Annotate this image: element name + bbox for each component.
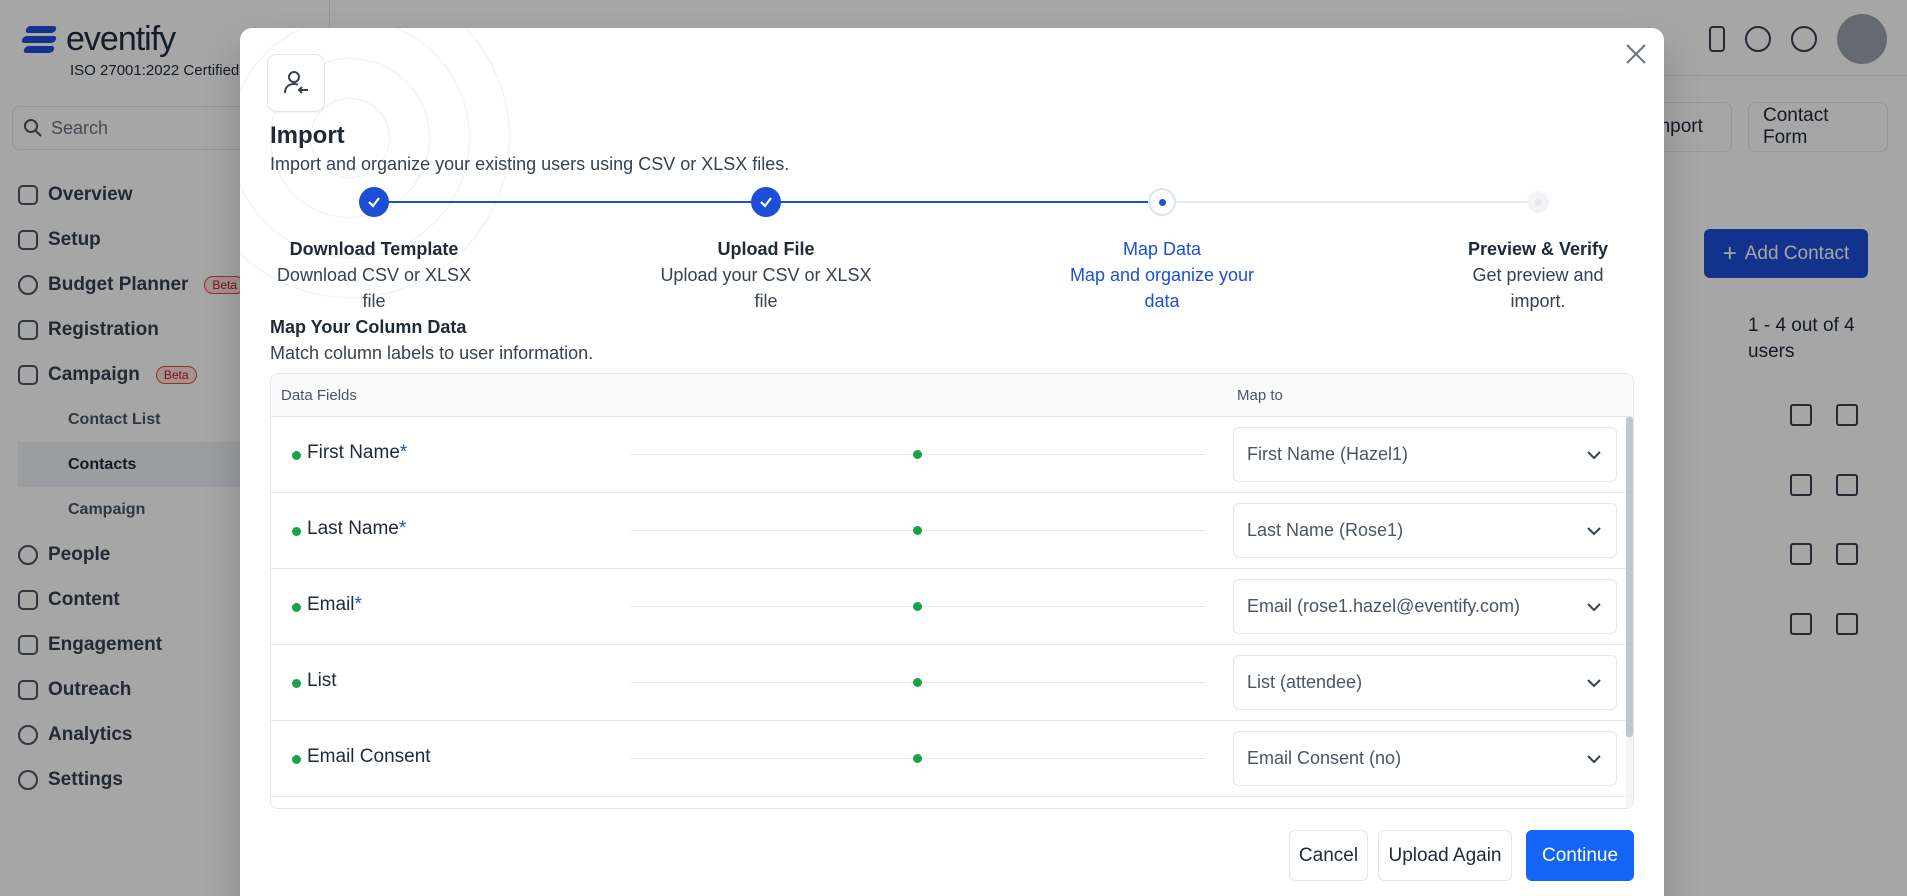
map-select-email-consent[interactable]: Email Consent (no) [1233,731,1617,786]
connector-dot [913,754,922,763]
status-dot [292,679,301,688]
close-icon[interactable] [1620,38,1652,70]
import-modal: Import Import and organize your existing… [240,28,1664,896]
step-complete-icon [359,187,389,217]
map-section-subtitle: Match column labels to user information. [270,343,594,363]
chevron-down-icon [1587,602,1601,611]
step-description: Download CSV or XLSX file [276,265,472,311]
connector-dot [913,526,922,535]
step-title: Upload File [717,239,815,259]
step-preview-verify: Preview & Verify Get preview and import. [1423,236,1653,314]
table-row: Email* Email (rose1.hazel@eventify.com) [271,569,1633,645]
upload-again-button[interactable]: Upload Again [1378,830,1512,881]
status-dot [292,527,301,536]
map-select-email[interactable]: Email (rose1.hazel@eventify.com) [1233,579,1617,634]
step-complete-icon [751,187,781,217]
step-description: Map and organize your data [1069,265,1255,311]
connector-dot [913,450,922,459]
step-description: Upload your CSV or XLSX file [660,265,872,311]
select-value: First Name (Hazel1) [1247,444,1409,464]
status-dot [292,755,301,764]
status-dot [292,603,301,612]
connector-dot [913,602,922,611]
table-row: List List (attendee) [271,645,1633,721]
required-marker: * [354,594,362,615]
field-label: Last Name* [307,518,406,540]
field-name: Last Name [307,518,399,539]
step-connector [374,201,766,203]
table-scrollbar[interactable] [1626,417,1633,808]
chevron-down-icon [1587,754,1601,763]
map-select-list[interactable]: List (attendee) [1233,655,1617,710]
required-marker: * [399,442,408,463]
field-label: Email* [307,594,362,616]
step-description: Get preview and import. [1472,265,1604,311]
field-name: First Name [307,442,400,463]
map-select-last-name[interactable]: Last Name (Rose1) [1233,503,1617,558]
header-data-fields: Data Fields [281,387,357,404]
select-value: List (attendee) [1247,672,1363,692]
field-label: List [307,670,337,692]
map-select-first-name[interactable]: First Name (Hazel1) [1233,427,1617,482]
step-connector [766,201,1162,203]
required-marker: * [398,518,407,539]
connector-dot [913,678,922,687]
chevron-down-icon [1587,678,1601,687]
step-map-data: Map Data Map and organize your data [1047,236,1277,314]
field-label: First Name* [307,442,407,464]
mapping-table: Data Fields Map to First Name* First Nam… [270,373,1634,809]
step-title: Map Data [1122,239,1202,259]
step-connector [1162,201,1538,203]
field-name: Email Consent [307,746,431,767]
table-row: First Name* First Name (Hazel1) [271,417,1633,493]
status-dot [292,451,301,460]
modal-title: Import [270,122,345,149]
chevron-down-icon [1587,450,1601,459]
field-name: Email [307,594,355,615]
cancel-button[interactable]: Cancel [1289,830,1368,881]
table-row: Last Name* Last Name (Rose1) [271,493,1633,569]
field-label: Email Consent [307,746,431,768]
continue-button[interactable]: Continue [1526,830,1634,881]
field-name: List [307,670,337,691]
step-title: Preview & Verify [1467,239,1609,259]
select-value: Last Name (Rose1) [1247,520,1404,540]
step-download-template: Download Template Download CSV or XLSX f… [259,236,489,314]
modal-subtitle: Import and organize your existing users … [270,154,790,174]
map-section-title: Map Your Column Data [270,317,467,337]
user-import-icon [267,54,325,112]
select-value: Email (rose1.hazel@eventify.com) [1247,596,1521,616]
scrollbar-thumb[interactable] [1626,417,1633,737]
step-upload-file: Upload File Upload your CSV or XLSX file [651,236,881,314]
select-value: Email Consent (no) [1247,748,1402,768]
table-row: Email Consent Email Consent (no) [271,721,1633,797]
step-current-icon [1148,188,1176,216]
step-upcoming-icon [1527,191,1549,213]
chevron-down-icon [1587,526,1601,535]
step-title: Download Template [289,239,459,259]
table-header: Data Fields Map to [271,374,1633,417]
header-map-to: Map to [1237,387,1283,404]
